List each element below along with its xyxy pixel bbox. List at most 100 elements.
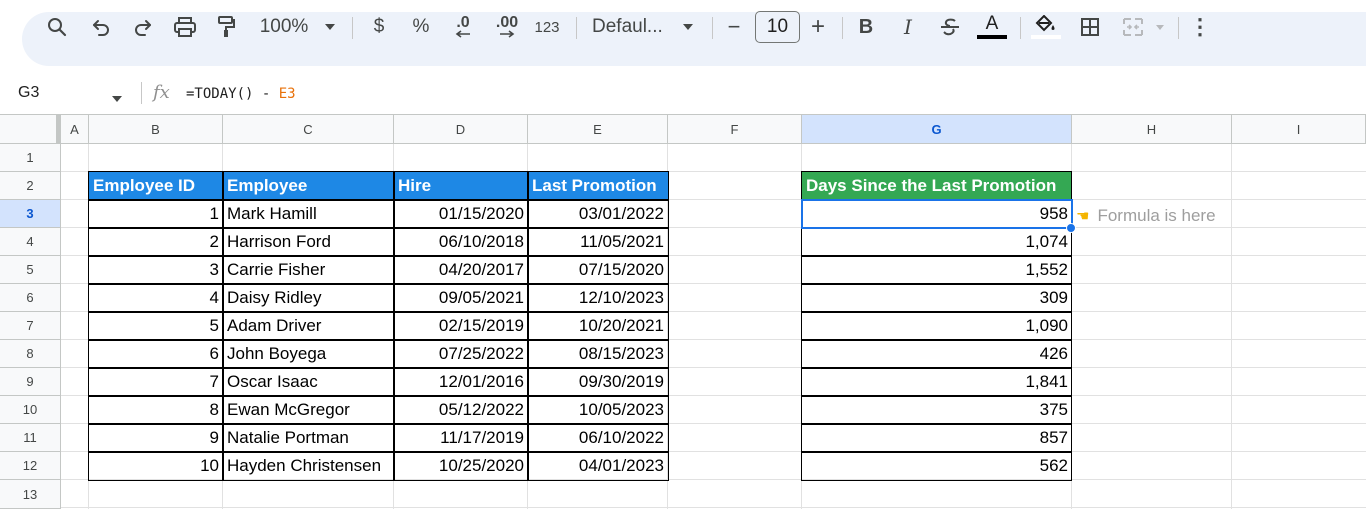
cell-employee-name[interactable]: Daisy Ridley (223, 284, 394, 312)
row-header-6[interactable]: 6 (0, 284, 61, 312)
cell-employee-id[interactable]: 7 (89, 368, 223, 396)
cell-hire-date[interactable]: 06/10/2018 (394, 228, 528, 256)
row-header-10[interactable]: 10 (0, 396, 61, 424)
cell-days-since[interactable]: 958 (802, 200, 1072, 228)
cell-employee-name[interactable]: Ewan McGregor (223, 396, 394, 424)
row-header-13[interactable]: 13 (0, 480, 61, 509)
cell-last-promotion[interactable]: 12/10/2023 (528, 284, 668, 312)
row-header-9[interactable]: 9 (0, 368, 61, 396)
cell-employee-name[interactable]: Harrison Ford (223, 228, 394, 256)
redo-icon[interactable] (131, 0, 155, 54)
cell-employee-name[interactable]: Oscar Isaac (223, 368, 394, 396)
cell-days-since[interactable]: 1,090 (802, 312, 1072, 340)
cell-employee-id[interactable]: 9 (89, 424, 223, 452)
cell-days-since[interactable]: 1,841 (802, 368, 1072, 396)
borders-icon[interactable] (1078, 0, 1102, 54)
cell-days-since[interactable]: 562 (802, 452, 1072, 480)
table-header-employee[interactable]: Employee (223, 172, 394, 200)
cell-employee-id[interactable]: 5 (89, 312, 223, 340)
table-header-hire[interactable]: Hire (394, 172, 528, 200)
increase-font-size-button[interactable]: + (806, 0, 830, 54)
cell-hire-date[interactable]: 12/01/2016 (394, 368, 528, 396)
name-box-dropdown-icon[interactable] (111, 90, 123, 108)
zoom-select[interactable]: 100% (256, 0, 312, 54)
cell-last-promotion[interactable]: 08/15/2023 (528, 340, 668, 368)
cell-employee-name[interactable]: Mark Hamill (223, 200, 394, 228)
cell-employee-id[interactable]: 8 (89, 396, 223, 424)
text-color-button[interactable]: A (976, 0, 1008, 54)
column-header-a[interactable]: A (61, 114, 89, 144)
cell-employee-id[interactable]: 3 (89, 256, 223, 284)
row-header-8[interactable]: 8 (0, 340, 61, 368)
undo-icon[interactable] (89, 0, 113, 54)
name-box[interactable]: G3 (18, 84, 39, 102)
cell-hire-date[interactable]: 09/05/2021 (394, 284, 528, 312)
search-menus-icon[interactable] (44, 0, 70, 54)
column-header-i[interactable]: I (1232, 114, 1366, 144)
merge-cells-icon[interactable] (1120, 0, 1146, 54)
cell-hire-date[interactable]: 07/25/2022 (394, 340, 528, 368)
strikethrough-icon[interactable] (937, 0, 963, 54)
column-header-g[interactable]: G (802, 114, 1072, 144)
cell-employee-name[interactable]: John Boyega (223, 340, 394, 368)
row-header-4[interactable]: 4 (0, 228, 61, 256)
cell-days-since[interactable]: 1,552 (802, 256, 1072, 284)
font-dropdown-icon[interactable] (678, 0, 698, 54)
cell-days-since[interactable]: 375 (802, 396, 1072, 424)
row-header-1[interactable]: 1 (0, 144, 61, 172)
column-header-b[interactable]: B (89, 114, 223, 144)
column-header-d[interactable]: D (394, 114, 528, 144)
days-table-header[interactable]: Days Since the Last Promotion (802, 172, 1072, 200)
decrease-font-size-button[interactable]: − (722, 0, 746, 54)
row-header-2[interactable]: 2 (0, 172, 61, 200)
font-size-input[interactable]: 10 (755, 11, 800, 43)
cell-last-promotion[interactable]: 09/30/2019 (528, 368, 668, 396)
cell-hire-date[interactable]: 04/20/2017 (394, 256, 528, 284)
cell-employee-id[interactable]: 6 (89, 340, 223, 368)
fill-handle[interactable] (1066, 223, 1076, 233)
cell-employee-id[interactable]: 1 (89, 200, 223, 228)
table-header-last-promotion[interactable]: Last Promotion (528, 172, 668, 200)
more-options-button[interactable]: ⋮ (1188, 0, 1212, 54)
row-header-5[interactable]: 5 (0, 256, 61, 284)
table-header-employee-id[interactable]: Employee ID (89, 172, 223, 200)
bold-button[interactable]: B (854, 0, 878, 54)
cell-hire-date[interactable]: 01/15/2020 (394, 200, 528, 228)
decrease-decimal-button[interactable]: .0 (448, 0, 478, 54)
fill-color-button[interactable] (1030, 0, 1062, 54)
cell-days-since[interactable]: 426 (802, 340, 1072, 368)
cell-hire-date[interactable]: 11/17/2019 (394, 424, 528, 452)
cell-employee-id[interactable]: 10 (89, 452, 223, 480)
row-header-7[interactable]: 7 (0, 312, 61, 340)
cell-employee-name[interactable]: Hayden Christensen (223, 452, 394, 480)
cell-hire-date[interactable]: 05/12/2022 (394, 396, 528, 424)
cell-employee-name[interactable]: Carrie Fisher (223, 256, 394, 284)
cell-hire-date[interactable]: 02/15/2019 (394, 312, 528, 340)
cell-last-promotion[interactable]: 07/15/2020 (528, 256, 668, 284)
more-formats-button[interactable]: 123 (532, 0, 562, 54)
merge-dropdown-icon[interactable] (1152, 0, 1168, 54)
column-header-e[interactable]: E (528, 114, 668, 144)
cell-employee-name[interactable]: Adam Driver (223, 312, 394, 340)
cell-employee-name[interactable]: Natalie Portman (223, 424, 394, 452)
cell-last-promotion[interactable]: 10/20/2021 (528, 312, 668, 340)
zoom-dropdown-icon[interactable] (320, 0, 340, 54)
cell-days-since[interactable]: 309 (802, 284, 1072, 312)
cell-last-promotion[interactable]: 10/05/2023 (528, 396, 668, 424)
row-header-12[interactable]: 12 (0, 452, 61, 480)
print-icon[interactable] (172, 0, 198, 54)
cell-last-promotion[interactable]: 11/05/2021 (528, 228, 668, 256)
row-header-3[interactable]: 3 (0, 200, 61, 228)
row-header-11[interactable]: 11 (0, 424, 61, 452)
paint-format-icon[interactable] (214, 0, 238, 54)
format-percent-button[interactable]: % (407, 0, 435, 54)
select-all-corner[interactable] (0, 114, 61, 144)
column-header-c[interactable]: C (223, 114, 394, 144)
format-currency-button[interactable]: $ (366, 0, 392, 54)
column-header-h[interactable]: H (1072, 114, 1232, 144)
cell-last-promotion[interactable]: 03/01/2022 (528, 200, 668, 228)
font-select[interactable]: Defaul... (592, 0, 670, 54)
cell-employee-id[interactable]: 4 (89, 284, 223, 312)
cell-employee-id[interactable]: 2 (89, 228, 223, 256)
cell-last-promotion[interactable]: 06/10/2022 (528, 424, 668, 452)
